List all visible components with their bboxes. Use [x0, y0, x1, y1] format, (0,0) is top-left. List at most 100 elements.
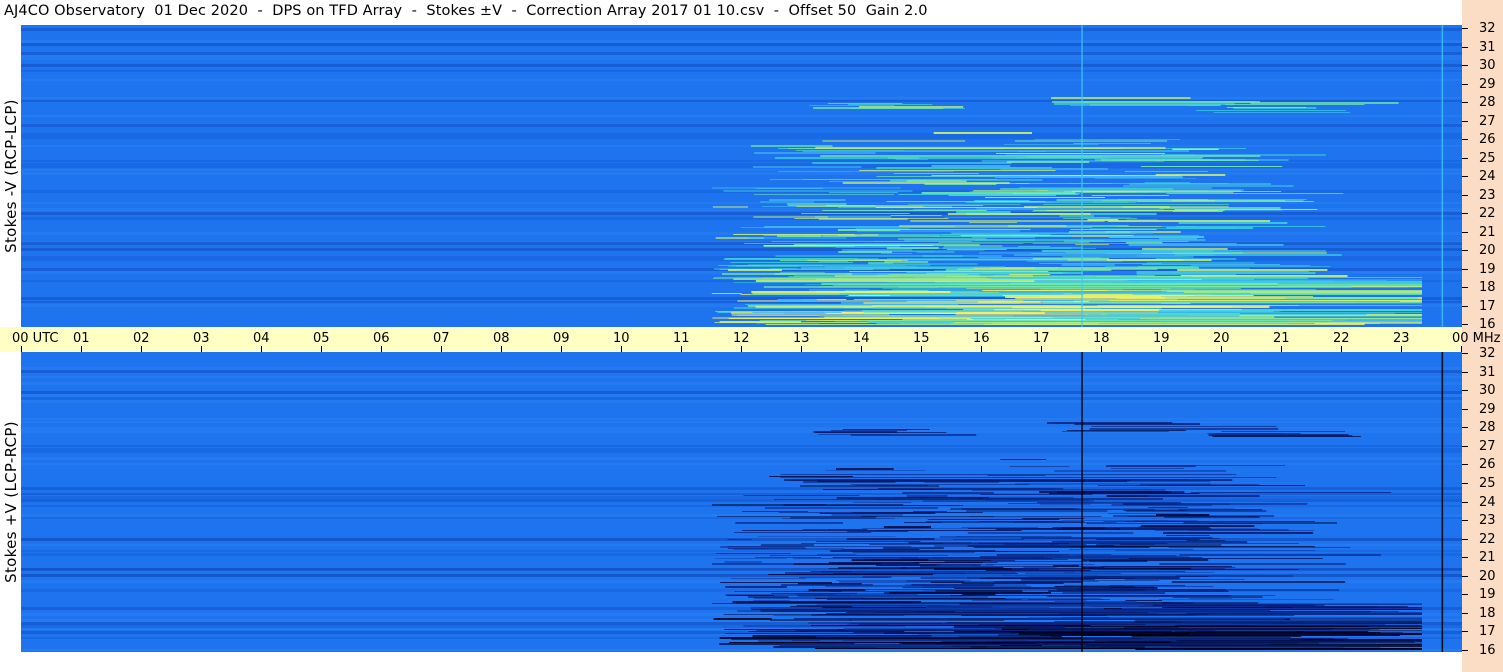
- emission-streak: [764, 507, 938, 509]
- emission-streak: [811, 625, 1091, 626]
- emission-streak: [873, 307, 1013, 309]
- freq-tick-top-29: [1462, 84, 1468, 85]
- emission-streak: [982, 290, 1108, 291]
- emission-streak: [775, 255, 963, 257]
- emission-streak: [937, 287, 1422, 288]
- emission-streak: [886, 247, 939, 249]
- hour-tick-label-10: 10: [613, 331, 630, 346]
- emission-streak: [942, 623, 1234, 624]
- background-band: [21, 382, 1462, 385]
- emission-streak: [946, 249, 1007, 250]
- emission-streak: [742, 530, 923, 531]
- emission-streak: [899, 225, 1067, 227]
- emission-streak: [947, 213, 1091, 215]
- hour-tick-label-18: 18: [1093, 331, 1110, 346]
- emission-streak: [934, 545, 1070, 547]
- emission-streak: [1039, 263, 1162, 264]
- emission-streak: [861, 516, 994, 517]
- emission-streak: [1136, 271, 1309, 272]
- hour-tick-0: [21, 346, 22, 352]
- freq-tick-bottom-31: [1462, 372, 1468, 373]
- background-band: [21, 544, 1462, 546]
- freq-tick-label-top-19: 19: [1479, 262, 1496, 277]
- emission-streak: [853, 299, 1178, 300]
- emission-streak: [1094, 178, 1196, 179]
- emission-streak: [1000, 459, 1046, 460]
- emission-streak: [751, 291, 951, 293]
- emission-streak: [852, 502, 912, 503]
- freq-tick-label-top-25: 25: [1479, 151, 1496, 166]
- emission-streak: [1213, 112, 1350, 113]
- emission-streak: [904, 239, 1035, 241]
- freq-tick-label-bottom-32: 32: [1479, 346, 1496, 361]
- emission-streak: [1097, 305, 1299, 306]
- emission-streak: [819, 265, 906, 266]
- emission-streak: [720, 546, 806, 548]
- hour-tick-11: [681, 346, 682, 352]
- hour-tick-label-5: 05: [313, 331, 330, 346]
- emission-streak: [1061, 527, 1108, 529]
- emission-streak: [843, 310, 1041, 312]
- emission-streak: [850, 434, 977, 436]
- emission-streak: [814, 648, 1101, 649]
- emission-streak: [990, 277, 1309, 279]
- emission-streak: [1110, 468, 1185, 469]
- emission-streak: [1173, 211, 1223, 212]
- emission-streak: [1048, 189, 1244, 191]
- emission-streak: [813, 107, 944, 109]
- emission-streak: [1094, 159, 1245, 161]
- emission-streak: [822, 210, 987, 211]
- emission-streak: [1136, 272, 1316, 274]
- background-band: [21, 58, 1462, 60]
- emission-streak: [1171, 641, 1422, 643]
- freq-tick-label-bottom-25: 25: [1479, 476, 1496, 491]
- background-band: [21, 97, 1462, 99]
- emission-streak: [1021, 580, 1160, 581]
- freq-tick-label-top-30: 30: [1479, 58, 1496, 73]
- emission-streak: [994, 581, 1083, 583]
- background-band: [21, 367, 1462, 370]
- freq-tick-label-top-27: 27: [1479, 114, 1496, 129]
- emission-streak: [712, 206, 749, 208]
- emission-streak: [1166, 535, 1210, 536]
- hour-tick-2: [141, 346, 142, 352]
- emission-streak: [852, 512, 983, 513]
- emission-streak: [1163, 532, 1314, 534]
- emission-streak: [720, 582, 832, 583]
- emission-streak: [1043, 204, 1229, 205]
- emission-streak: [1073, 609, 1270, 611]
- emission-streak: [851, 559, 929, 561]
- background-band: [21, 52, 1462, 55]
- persistent-band: [21, 370, 1462, 373]
- emission-streak: [748, 237, 847, 239]
- emission-streak: [996, 153, 1165, 154]
- emission-streak: [1027, 628, 1371, 630]
- freq-tick-top-27: [1462, 121, 1468, 122]
- freq-tick-bottom-18: [1462, 613, 1468, 614]
- emission-streak: [1107, 638, 1348, 639]
- emission-streak: [1120, 239, 1206, 241]
- hour-tick-23: [1401, 346, 1402, 352]
- emission-streak: [1168, 547, 1351, 548]
- hour-tick-label-9: 09: [553, 331, 570, 346]
- emission-streak: [793, 563, 881, 565]
- freq-tick-label-bottom-24: 24: [1479, 495, 1496, 510]
- emission-streak: [1104, 567, 1236, 568]
- emission-streak: [862, 528, 933, 529]
- emission-streak: [848, 104, 933, 105]
- emission-streak: [859, 320, 1332, 321]
- emission-streak: [753, 600, 790, 601]
- emission-streak: [1124, 579, 1245, 580]
- emission-streak: [1124, 626, 1179, 628]
- emission-streak: [1034, 139, 1180, 140]
- emission-streak: [787, 203, 847, 205]
- emission-streak: [935, 590, 1023, 592]
- emission-streak: [972, 237, 1036, 238]
- background-band: [21, 376, 1462, 378]
- emission-streak: [1062, 431, 1169, 432]
- background-band: [21, 172, 1462, 175]
- emission-streak: [727, 539, 753, 540]
- emission-streak: [808, 589, 866, 591]
- emission-streak: [899, 318, 971, 319]
- emission-streak: [1156, 514, 1210, 516]
